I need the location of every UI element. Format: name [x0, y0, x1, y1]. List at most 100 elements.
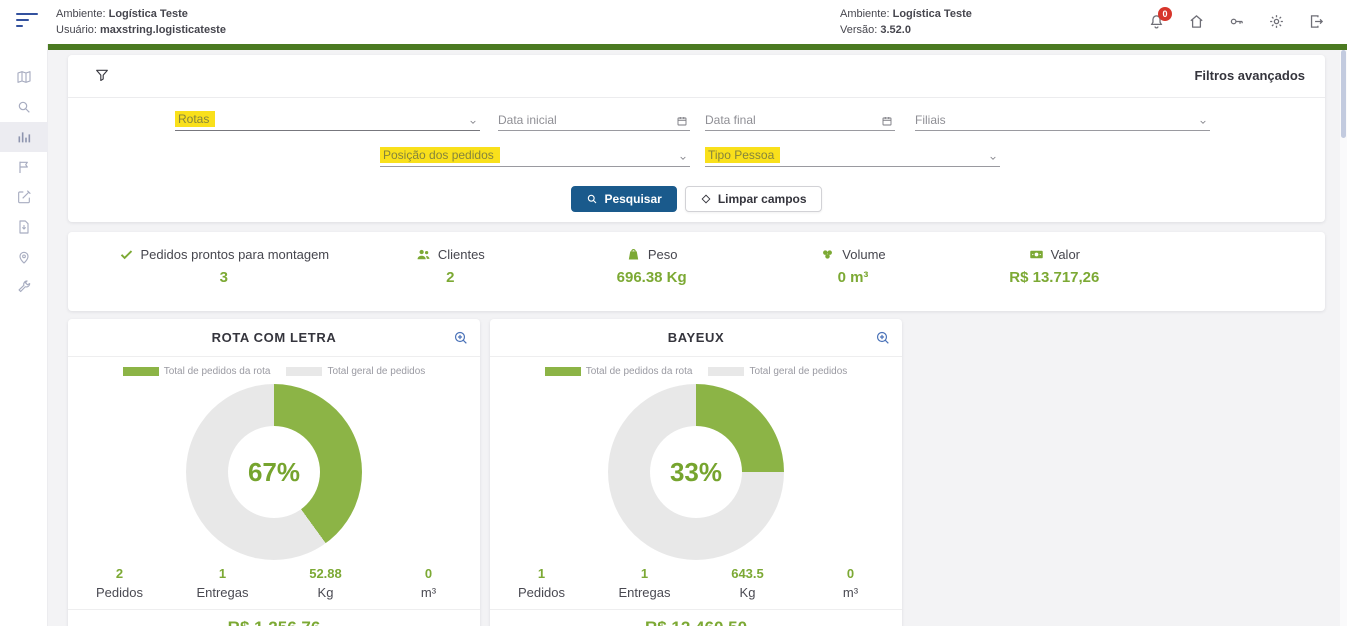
zoom-in-icon[interactable]	[453, 330, 469, 346]
summary-valor: Valor R$ 13.717,26	[954, 247, 1155, 311]
summary-pedidos-prontos: Pedidos prontos para montagem 3	[98, 247, 350, 311]
filter-buttons-row: Pesquisar Limpar campos	[68, 186, 1325, 212]
accent-bar	[48, 44, 1347, 50]
route-card-title: ROTA COM LETRA	[68, 319, 480, 357]
chart-legend: Total de pedidos da rota Total geral de …	[490, 366, 902, 377]
settings-gear-icon[interactable]	[1268, 13, 1285, 30]
summary-label: Volume	[842, 247, 885, 262]
legend-swatch-green	[545, 367, 581, 376]
weight-icon	[626, 247, 641, 262]
posicao-pedidos-label: Posição dos pedidos	[380, 147, 500, 163]
top-icon-bar: 0	[1148, 13, 1325, 30]
rotas-select[interactable]: Rotas	[175, 111, 480, 131]
sidebar-item-map[interactable]	[0, 62, 48, 92]
summary-value: 0 m³	[752, 269, 953, 286]
legend-label: Total geral de pedidos	[327, 366, 425, 377]
check-icon	[119, 247, 134, 262]
stat-pedidos: 2Pedidos	[68, 566, 171, 600]
summary-label: Peso	[648, 247, 678, 262]
chevron-down-icon	[1198, 118, 1208, 126]
posicao-pedidos-select[interactable]: Posição dos pedidos	[380, 147, 690, 167]
file-report-icon	[16, 219, 32, 235]
environment-info: Ambiente: Logística Teste Usuário: maxst…	[56, 6, 226, 38]
ambiente-label: Ambiente:	[56, 8, 106, 20]
stat-entregas: 1Entregas	[593, 566, 696, 600]
summary-value: 696.38 Kg	[551, 269, 752, 286]
sidebar-item-locations[interactable]	[0, 242, 48, 272]
donut-chart[interactable]: 33%	[608, 384, 784, 560]
chevron-down-icon	[988, 154, 998, 162]
edit-icon	[16, 189, 32, 205]
stat-entregas: 1Entregas	[171, 566, 274, 600]
chevron-down-icon	[468, 118, 478, 126]
legend-swatch-green	[123, 367, 159, 376]
data-final-label: Data final	[705, 113, 756, 127]
stat-m3: 0m³	[799, 566, 902, 600]
route-card-title: BAYEUX	[490, 319, 902, 357]
summary-label: Pedidos prontos para montagem	[141, 247, 330, 262]
location-pin-icon	[16, 249, 32, 265]
sidebar-item-dashboard[interactable]	[0, 122, 48, 152]
filter-divider	[68, 97, 1325, 98]
advanced-filters-link[interactable]: Filtros avançados	[1194, 68, 1305, 83]
calendar-icon[interactable]	[676, 115, 688, 127]
zoom-in-icon[interactable]	[875, 330, 891, 346]
volume-icon	[820, 247, 835, 262]
stat-pedidos: 1Pedidos	[490, 566, 593, 600]
route-total-value: R$ 12.460,50	[490, 609, 902, 626]
environment-version-info: Ambiente: Logística Teste Versão: 3.52.0	[840, 6, 972, 38]
route-stats-row: 2Pedidos 1Entregas 52.88Kg 0m³	[68, 566, 480, 600]
summary-volume: Volume 0 m³	[752, 247, 953, 311]
clear-fields-button[interactable]: Limpar campos	[685, 186, 822, 212]
key-icon[interactable]	[1228, 13, 1245, 30]
stat-m3: 0m³	[377, 566, 480, 600]
rotas-label: Rotas	[175, 111, 215, 127]
summary-clientes: Clientes 2	[350, 247, 551, 311]
search-button[interactable]: Pesquisar	[571, 186, 676, 212]
ambiente-label-2: Ambiente:	[840, 8, 890, 20]
scrollbar-thumb[interactable]	[1341, 50, 1346, 138]
filter-funnel-icon[interactable]	[94, 67, 110, 88]
home-icon[interactable]	[1188, 13, 1205, 30]
app-root: Ambiente: Logística Teste Usuário: maxst…	[0, 0, 1347, 626]
filter-panel: Filtros avançados Rotas Data inicial Dat…	[68, 55, 1325, 222]
versao-label: Versão:	[840, 24, 877, 36]
vertical-scrollbar[interactable]	[1340, 50, 1347, 626]
sidebar-item-edit[interactable]	[0, 182, 48, 212]
data-final-input[interactable]: Data final	[705, 111, 895, 131]
main-content: Filtros avançados Rotas Data inicial Dat…	[48, 50, 1347, 626]
summary-value: 2	[350, 269, 551, 286]
chart-legend: Total de pedidos da rota Total geral de …	[68, 366, 480, 377]
usuario-value: maxstring.logisticateste	[100, 24, 226, 36]
stat-kg: 52.88Kg	[274, 566, 377, 600]
summary-value: 3	[98, 269, 350, 286]
eraser-icon	[700, 193, 712, 205]
notifications-bell-icon[interactable]: 0	[1148, 13, 1165, 30]
map-icon	[16, 69, 32, 85]
calendar-icon[interactable]	[881, 115, 893, 127]
data-inicial-label: Data inicial	[498, 113, 557, 127]
versao-value: 3.52.0	[880, 24, 911, 36]
tipo-pessoa-select[interactable]: Tipo Pessoa	[705, 147, 1000, 167]
top-bar: Ambiente: Logística Teste Usuário: maxst…	[0, 0, 1347, 44]
filiais-select[interactable]: Filiais	[915, 111, 1210, 131]
wrench-icon	[16, 279, 32, 295]
donut-chart[interactable]: 67%	[186, 384, 362, 560]
sidebar-item-reports[interactable]	[0, 212, 48, 242]
donut-percentage: 33%	[670, 457, 722, 488]
sidebar-item-tools[interactable]	[0, 272, 48, 302]
sidebar-item-search[interactable]	[0, 92, 48, 122]
logout-icon[interactable]	[1308, 13, 1325, 30]
usuario-label: Usuário:	[56, 24, 97, 36]
summary-value: R$ 13.717,26	[954, 269, 1155, 286]
menu-hamburger-icon[interactable]	[16, 13, 40, 31]
route-total-value: R$ 1.256,76	[68, 609, 480, 626]
legend-label: Total geral de pedidos	[749, 366, 847, 377]
data-inicial-input[interactable]: Data inicial	[498, 111, 690, 131]
route-charts-row: ROTA COM LETRA Total de pedidos da rota …	[68, 319, 1325, 626]
filiais-label: Filiais	[915, 113, 946, 127]
clients-icon	[416, 247, 431, 262]
route-card-rota-com-letra: ROTA COM LETRA Total de pedidos da rota …	[68, 319, 480, 626]
sidebar-item-routes[interactable]	[0, 152, 48, 182]
donut-center: 33%	[650, 426, 742, 518]
